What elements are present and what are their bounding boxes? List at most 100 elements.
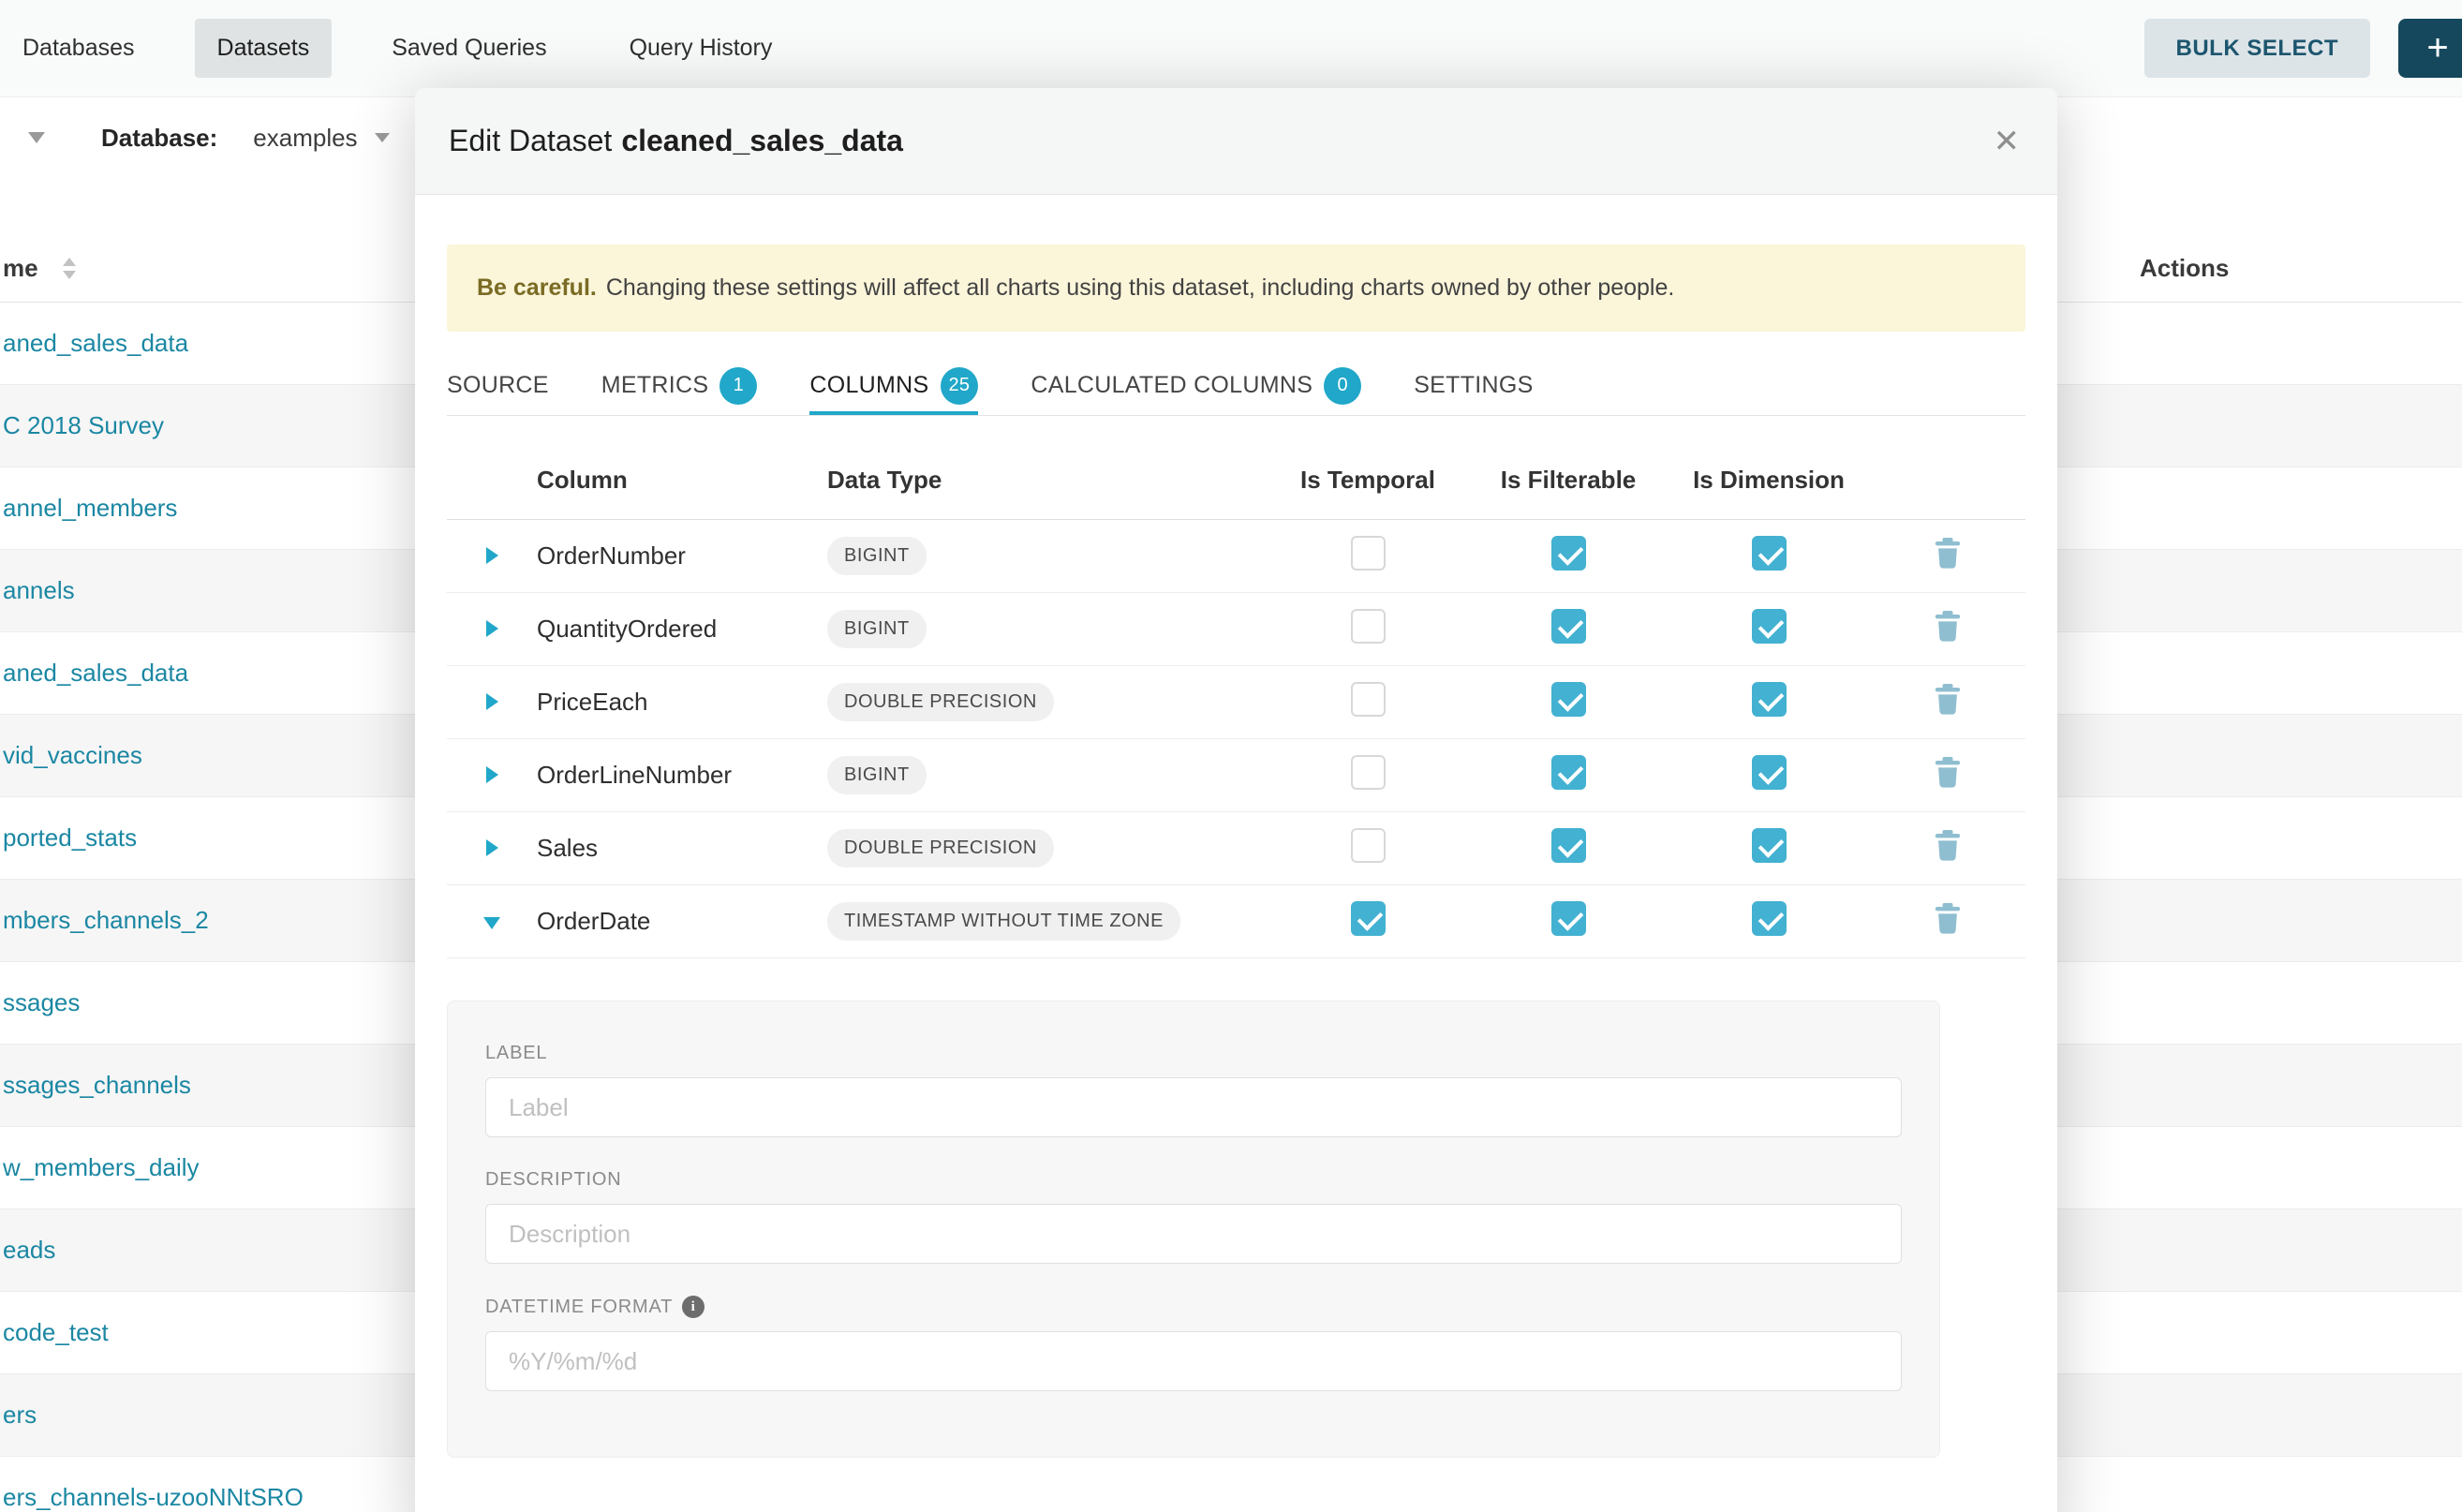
dataset-link[interactable]: ssages [3, 988, 80, 1017]
is-filterable-checkbox[interactable] [1551, 755, 1586, 790]
delete-column-icon[interactable] [1934, 611, 1962, 642]
delete-column-icon[interactable] [1934, 903, 1962, 934]
tab-metrics[interactable]: METRICS1 [601, 354, 758, 415]
database-filter-label: Database: [101, 124, 217, 153]
expand-caret-icon[interactable] [486, 766, 498, 783]
dataset-link[interactable]: ssages_channels [3, 1071, 191, 1100]
delete-column-icon[interactable] [1934, 830, 1962, 861]
nav-tab-saved-queries[interactable]: Saved Queries [369, 19, 569, 78]
chevron-down-icon[interactable] [28, 132, 45, 143]
dataset-link[interactable]: vid_vaccines [3, 741, 142, 770]
dataset-link[interactable]: mbers_channels_2 [3, 906, 209, 935]
dataset-link[interactable]: eads [3, 1236, 55, 1265]
datetime-format-input[interactable] [485, 1331, 1902, 1391]
dataset-link[interactable]: aned_sales_data [3, 329, 188, 358]
database-filter-select[interactable]: examples [253, 124, 389, 153]
modal-title: Edit Dataset cleaned_sales_data [449, 124, 903, 158]
dataset-link[interactable]: code_test [3, 1318, 109, 1347]
description-input[interactable] [485, 1204, 1902, 1264]
dataset-link[interactable]: annels [3, 576, 75, 605]
datetime-format-field-group: DATETIME FORMAT i [485, 1296, 1902, 1391]
actions-column-header: Actions [2140, 254, 2229, 283]
expand-caret-icon[interactable] [486, 620, 498, 637]
expand-caret-icon[interactable] [486, 693, 498, 710]
top-nav: Databases Datasets Saved Queries Query Hist… [0, 0, 2462, 97]
collapse-caret-icon[interactable] [483, 917, 500, 929]
delete-column-icon[interactable] [1934, 757, 1962, 788]
is-dimension-checkbox[interactable] [1752, 682, 1787, 717]
dataset-link[interactable]: ported_stats [3, 823, 137, 852]
dataset-link[interactable]: ers_channels-uzooNNtSRO [3, 1483, 304, 1512]
column-header-is-temporal: Is Temporal [1300, 466, 1435, 495]
is-dimension-checkbox[interactable] [1752, 536, 1787, 571]
is-filterable-checkbox[interactable] [1551, 609, 1586, 644]
nav-actions: BULK SELECT + [2144, 19, 2462, 78]
is-filterable-checkbox[interactable] [1551, 901, 1586, 936]
tab-columns[interactable]: COLUMNS25 [809, 354, 978, 415]
tab-calculated-columns[interactable]: CALCULATED COLUMNS0 [1031, 354, 1361, 415]
modal-title-prefix: Edit Dataset [449, 124, 612, 157]
is-temporal-checkbox[interactable] [1351, 682, 1386, 717]
warning-banner: Be careful. Changing these settings will … [447, 245, 2025, 332]
modal-title-dataset: cleaned_sales_data [621, 124, 903, 157]
column-name: OrderDate [537, 907, 827, 936]
modal-header: Edit Dataset cleaned_sales_data ✕ [415, 88, 2057, 195]
dataset-link[interactable]: annel_members [3, 494, 177, 523]
nav-tab-query-history[interactable]: Query History [607, 19, 795, 78]
dataset-link[interactable]: aned_sales_data [3, 659, 188, 688]
add-button[interactable]: + [2398, 19, 2462, 78]
column-header-is-dimension: Is Dimension [1693, 466, 1845, 495]
nav-tab-databases[interactable]: Databases [0, 19, 157, 78]
data-type-pill: DOUBLE PRECISION [827, 829, 1054, 867]
label-input[interactable] [485, 1077, 1902, 1137]
data-type-pill: BIGINT [827, 537, 927, 575]
column-name: QuantityOrdered [537, 615, 827, 644]
is-filterable-checkbox[interactable] [1551, 828, 1586, 863]
nav-tab-datasets[interactable]: Datasets [195, 19, 333, 78]
column-row-OrderLineNumber: OrderLineNumberBIGINT [447, 739, 2025, 812]
data-type-pill: BIGINT [827, 756, 927, 794]
column-row-Sales: SalesDOUBLE PRECISION [447, 812, 2025, 885]
warning-strong: Be careful. [477, 274, 597, 301]
info-icon[interactable]: i [682, 1296, 704, 1318]
sort-icon[interactable] [63, 258, 76, 279]
is-filterable-checkbox[interactable] [1551, 536, 1586, 571]
dataset-link[interactable]: ers [3, 1401, 37, 1430]
column-name: PriceEach [537, 688, 827, 717]
is-temporal-checkbox[interactable] [1351, 901, 1386, 936]
warning-message: Changing these settings will affect all … [606, 274, 1675, 301]
is-temporal-checkbox[interactable] [1351, 828, 1386, 863]
expand-caret-icon[interactable] [486, 839, 498, 856]
data-type-pill: BIGINT [827, 610, 927, 648]
name-column-header[interactable]: me [0, 254, 38, 283]
database-filter-value: examples [253, 124, 357, 153]
is-dimension-checkbox[interactable] [1752, 901, 1787, 936]
expand-caret-icon[interactable] [486, 547, 498, 564]
column-name: OrderLineNumber [537, 761, 827, 790]
tab-label: COLUMNS [809, 372, 928, 399]
is-dimension-checkbox[interactable] [1752, 828, 1787, 863]
is-dimension-checkbox[interactable] [1752, 755, 1787, 790]
is-filterable-checkbox[interactable] [1551, 682, 1586, 717]
tab-label: CALCULATED COLUMNS [1031, 372, 1313, 399]
is-dimension-checkbox[interactable] [1752, 609, 1787, 644]
close-icon[interactable]: ✕ [1994, 126, 2021, 157]
tab-settings[interactable]: SETTINGS [1414, 354, 1533, 415]
dataset-link[interactable]: w_members_daily [3, 1153, 200, 1182]
column-detail-panel: LABEL DESCRIPTION DATETIME FORMAT i [447, 1001, 1940, 1458]
is-temporal-checkbox[interactable] [1351, 536, 1386, 571]
delete-column-icon[interactable] [1934, 538, 1962, 569]
bulk-select-button[interactable]: BULK SELECT [2144, 19, 2371, 78]
tab-source[interactable]: SOURCE [447, 354, 549, 415]
edit-dataset-modal: Edit Dataset cleaned_sales_data ✕ Be care… [415, 88, 2057, 1512]
datetime-format-field-label: DATETIME FORMAT i [485, 1296, 1902, 1318]
columns-table-header: ColumnData TypeIs TemporalIs FilterableI… [447, 440, 2025, 520]
delete-column-icon[interactable] [1934, 684, 1962, 715]
nav-tabs: Databases Datasets Saved Queries Query Hist… [0, 19, 832, 78]
is-temporal-checkbox[interactable] [1351, 609, 1386, 644]
description-field-group: DESCRIPTION [485, 1169, 1902, 1264]
dataset-link[interactable]: C 2018 Survey [3, 411, 164, 440]
column-header-column: Column [537, 466, 827, 495]
tab-label: SETTINGS [1414, 372, 1533, 399]
is-temporal-checkbox[interactable] [1351, 755, 1386, 790]
